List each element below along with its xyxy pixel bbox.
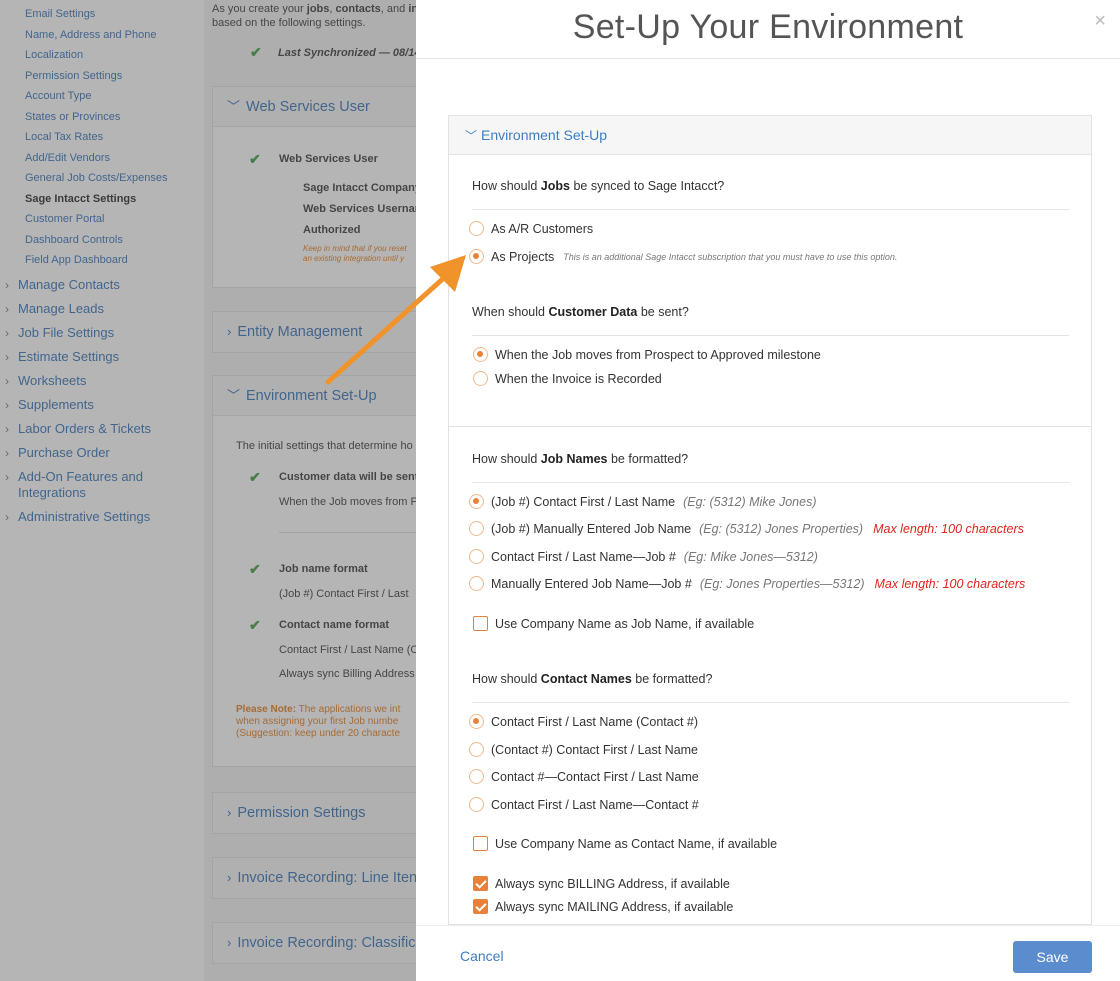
divider (472, 209, 1069, 210)
modal-footer-divider (416, 925, 1120, 926)
checkbox-label: Always sync MAILING Address, if availabl… (495, 899, 734, 914)
environment-setup-section-header[interactable]: ﹀ Environment Set-Up (449, 116, 1091, 155)
max-length-warning: Max length: 100 characters (873, 521, 1024, 536)
cancel-button[interactable]: Cancel (460, 948, 504, 964)
radio-button[interactable] (473, 371, 488, 386)
send-on-approved-milestone-option[interactable]: When the Job moves from Prospect to Appr… (473, 347, 821, 362)
option-label: When the Invoice is Recorded (495, 371, 662, 386)
option-label: Contact First / Last Name (Contact #) (491, 714, 699, 729)
radio-button[interactable] (469, 494, 484, 509)
option-label: (Contact #) Contact First / Last Name (491, 742, 699, 757)
customer-data-question: When should Customer Data be sent? (472, 305, 689, 319)
radio-button[interactable] (469, 797, 484, 812)
environment-setup-section: ﹀ Environment Set-Up How should Jobs be s… (448, 115, 1092, 925)
option-label: When the Job moves from Prospect to Appr… (495, 347, 821, 362)
option-label: Contact First / Last Name—Contact # (491, 797, 699, 812)
jobs-as-ar-customers-option[interactable]: As A/R Customers (469, 221, 593, 236)
radio-button[interactable] (469, 549, 484, 564)
contact-name-format-option[interactable]: (Contact #) Contact First / Last Name (469, 742, 698, 757)
example-text: (Eg: Mike Jones—5312) (683, 549, 818, 564)
jobs-as-projects-option[interactable]: As Projects This is an additional Sage In… (469, 249, 897, 264)
radio-button[interactable] (469, 576, 484, 591)
option-label: As Projects (491, 249, 555, 264)
job-name-format-option[interactable]: Manually Entered Job Name—Job # (Eg: Jone… (469, 576, 1025, 591)
option-label: Contact First / Last Name—Job # (491, 549, 676, 564)
projects-subscription-note: This is an additional Sage Intacct subsc… (563, 251, 898, 262)
job-names-question: How should Job Names be formatted? (472, 452, 689, 466)
modal-backdrop[interactable] (0, 0, 416, 981)
save-button[interactable]: Save (1013, 941, 1092, 973)
contact-names-question: How should Contact Names be formatted? (472, 672, 713, 686)
chevron-down-icon: ﹀ (465, 129, 478, 143)
use-company-as-job-name-checkbox[interactable]: Use Company Name as Job Name, if availab… (473, 616, 754, 631)
example-text: (Eg: Jones Properties—5312) (699, 576, 865, 591)
radio-button[interactable] (469, 714, 484, 729)
job-name-format-option[interactable]: (Job #) Manually Entered Job Name (Eg: (5… (469, 521, 1024, 536)
checkbox-label: Use Company Name as Job Name, if availab… (495, 616, 755, 631)
modal-title: Set-Up Your Environment (572, 8, 964, 46)
checkbox[interactable] (473, 899, 488, 914)
radio-button[interactable] (469, 221, 484, 236)
checkbox[interactable] (473, 616, 488, 631)
radio-button[interactable] (469, 742, 484, 757)
example-text: (Eg: (5312) Jones Properties) (699, 521, 864, 536)
sync-mailing-address-checkbox[interactable]: Always sync MAILING Address, if availabl… (473, 899, 733, 914)
close-icon[interactable]: × (1094, 10, 1106, 33)
radio-button[interactable] (469, 521, 484, 536)
use-company-as-contact-name-checkbox[interactable]: Use Company Name as Contact Name, if ava… (473, 836, 777, 851)
example-text: (Eg: (5312) Mike Jones) (683, 494, 817, 509)
contact-name-format-option[interactable]: Contact First / Last Name—Contact # (469, 797, 699, 812)
job-name-format-option[interactable]: (Job #) Contact First / Last Name (Eg: (5… (469, 494, 816, 509)
divider (472, 702, 1069, 703)
contact-name-format-option[interactable]: Contact First / Last Name (Contact #) (469, 714, 698, 729)
jobs-sync-question: How should Jobs be synced to Sage Intacc… (472, 179, 725, 193)
radio-button[interactable] (469, 769, 484, 784)
checkbox-label: Use Company Name as Contact Name, if ava… (495, 836, 778, 851)
checkbox-label: Always sync BILLING Address, if availabl… (495, 876, 730, 891)
divider (472, 335, 1069, 336)
modal-header-divider (416, 58, 1120, 59)
checkbox[interactable] (473, 836, 488, 851)
option-label: As A/R Customers (491, 221, 594, 236)
checkbox[interactable] (473, 876, 488, 891)
option-label: (Job #) Manually Entered Job Name (491, 521, 692, 536)
max-length-warning: Max length: 100 characters (874, 576, 1026, 591)
sync-billing-address-checkbox[interactable]: Always sync BILLING Address, if availabl… (473, 876, 730, 891)
job-name-format-option[interactable]: Contact First / Last Name—Job # (Eg: Mike… (469, 549, 818, 564)
divider (472, 482, 1069, 483)
option-label: (Job #) Contact First / Last Name (491, 494, 676, 509)
setup-environment-modal: Set-Up Your Environment × ﹀ Environment S… (416, 0, 1120, 981)
section-divider (449, 426, 1091, 427)
send-on-invoice-recorded-option[interactable]: When the Invoice is Recorded (473, 371, 662, 386)
contact-name-format-option[interactable]: Contact #—Contact First / Last Name (469, 769, 699, 784)
radio-button[interactable] (473, 347, 488, 362)
radio-button[interactable] (469, 249, 484, 264)
option-label: Manually Entered Job Name—Job # (491, 576, 692, 591)
option-label: Contact #—Contact First / Last Name (491, 769, 699, 784)
